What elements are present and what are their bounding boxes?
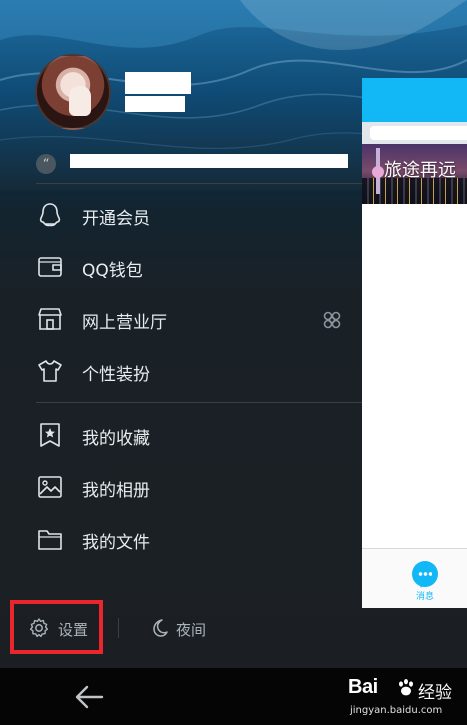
banner-title: 旅途再远: [384, 160, 456, 181]
menu-item-vip[interactable]: 开通会员: [0, 190, 362, 242]
night-mode-button[interactable]: 夜间: [148, 614, 218, 644]
back-arrow-icon[interactable]: [70, 682, 108, 712]
watermark-brand: Bai: [348, 676, 378, 698]
vertical-separator: [118, 618, 119, 638]
menu-item-label: 网上营业厅: [82, 313, 167, 333]
wallet-icon: [38, 257, 62, 277]
storefront-icon: [38, 308, 62, 330]
red-highlight-box: [10, 600, 103, 654]
baidu-paw-icon: [399, 679, 413, 696]
menu-item-label: 我的相册: [82, 481, 150, 501]
bookmark-star-icon: [40, 423, 60, 447]
main-screen-peek[interactable]: 旅途再远 消息: [362, 78, 467, 608]
watermark-url: jingyan.baidu.com: [350, 705, 443, 716]
image-icon: [38, 476, 62, 498]
main-bottom-tabs: 消息: [362, 548, 467, 608]
tshirt-icon: [38, 360, 62, 382]
menu-item-label: 开通会员: [82, 209, 150, 229]
quote-icon: “: [36, 154, 56, 174]
menu-item-label: 我的收藏: [82, 429, 150, 449]
main-banner[interactable]: 旅途再远: [362, 144, 467, 204]
main-title-bar: [362, 78, 467, 122]
menu-item-label: QQ钱包: [82, 261, 143, 281]
menu-item-online-hall[interactable]: 网上营业厅: [0, 294, 362, 346]
penguin-icon: [39, 203, 61, 227]
system-navigation-bar: Bai 经验 jingyan.baidu.com: [0, 668, 467, 725]
screen: 旅途再远 消息 “ 开通会员 QQ钱包 网上营业厅 个性装扮 我的收藏 我的相册…: [0, 0, 467, 668]
menu-item-favorites[interactable]: 我的收藏: [0, 410, 362, 462]
signature-row[interactable]: “: [0, 150, 362, 180]
menu-item-label: 个性装扮: [82, 365, 150, 385]
menu-item-wallet[interactable]: QQ钱包: [0, 242, 362, 294]
night-label: 夜间: [176, 621, 207, 639]
tab-messages-label[interactable]: 消息: [410, 589, 440, 602]
baidu-jingyan-watermark: Bai 经验 jingyan.baidu.com: [338, 676, 463, 720]
message-bubble-icon[interactable]: [412, 561, 438, 587]
profile-header[interactable]: [0, 40, 362, 150]
redacted-signature: [70, 154, 348, 168]
unicom-knot-icon: [323, 311, 341, 329]
divider: [36, 402, 362, 403]
watermark-cn: 经验: [418, 683, 452, 703]
user-avatar[interactable]: [35, 54, 111, 130]
menu-item-themes[interactable]: 个性装扮: [0, 346, 362, 398]
folder-icon: [38, 530, 62, 550]
menu-item-album[interactable]: 我的相册: [0, 462, 362, 514]
menu-item-label: 我的文件: [82, 533, 150, 553]
divider: [36, 183, 362, 184]
moon-icon: [153, 619, 168, 637]
main-search-bar[interactable]: [362, 122, 467, 144]
redacted-level: [125, 96, 185, 112]
menu-item-files[interactable]: 我的文件: [0, 514, 362, 566]
redacted-nickname: [125, 72, 191, 94]
